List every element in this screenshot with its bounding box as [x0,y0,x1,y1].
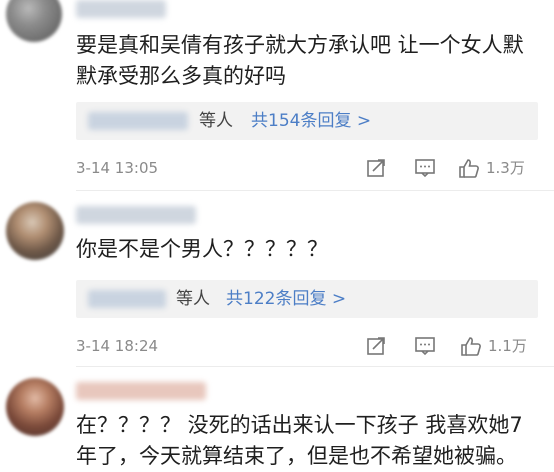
comment-item: 你是不是个男人？？？？？ 等人 共122条回复 > 3-14 18:24 1.1… [0,196,554,366]
comment-text: 你是不是个男人？？？？？ [76,237,328,261]
share-icon[interactable] [366,158,388,178]
comment-item: 在？？？？ 没死的话出来认一下孩子 我喜欢她7 年了，今天就算结束了，但是也不希… [0,370,554,468]
reply-usernames-blurred [88,290,166,308]
reply-preview[interactable]: 等人 共154条回复 > [76,102,538,140]
timestamp: 3-14 13:05 [76,159,159,177]
reply-suffix: 等人 [176,289,210,309]
comment-meta: 3-14 18:24 1.1万 [76,334,538,358]
reply-count-link[interactable]: 共154条回复 > [251,108,371,134]
comment-icon[interactable] [414,336,436,356]
avatar[interactable] [6,0,62,42]
divider [76,366,554,367]
like-count: 1.1万 [488,337,527,355]
timestamp: 3-14 18:24 [76,337,159,355]
avatar[interactable] [6,202,64,260]
comment-text: 要是真和吴倩有孩子就大方承认吧 让一个女人默 默承受那么多真的好吗 [76,33,524,88]
username-blurred[interactable] [76,382,206,400]
like-icon[interactable] [458,158,480,178]
comment-item: 要是真和吴倩有孩子就大方承认吧 让一个女人默 默承受那么多真的好吗 等人 共15… [0,0,554,180]
reply-usernames-blurred [88,112,188,130]
like-icon[interactable] [460,336,482,356]
avatar[interactable] [6,378,64,436]
comment-icon[interactable] [414,158,436,178]
username-blurred[interactable] [76,206,196,224]
share-icon[interactable] [366,336,388,356]
reply-preview[interactable]: 等人 共122条回复 > [76,280,538,318]
reply-suffix: 等人 [199,111,233,131]
username-blurred[interactable] [76,0,166,18]
divider [76,190,554,191]
reply-count-link[interactable]: 共122条回复 > [226,286,346,312]
comment-meta: 3-14 13:05 1.3万 [76,156,538,180]
like-count: 1.3万 [486,159,525,177]
